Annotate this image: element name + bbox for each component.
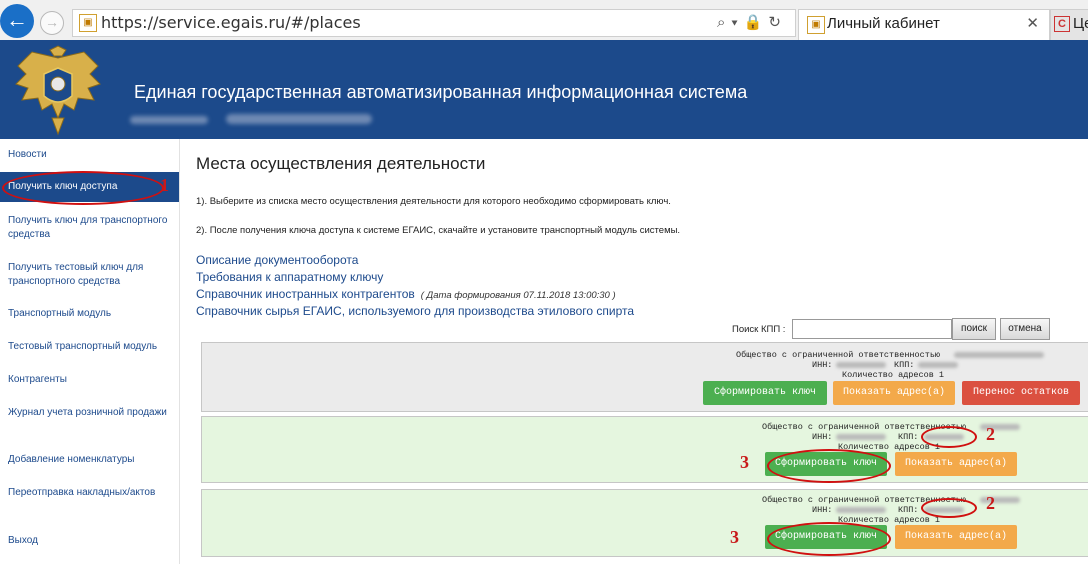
site-favicon-icon: ▣ <box>79 14 97 32</box>
annotation-marker-3: 3 <box>740 452 749 472</box>
org-name: Общество с ограниченной ответственностью <box>736 350 941 360</box>
link-foreign-counterparties-text[interactable]: Справочник иностранных контрагентов <box>196 287 415 301</box>
show-addresses-button[interactable]: Показать адрес(а) <box>833 381 955 405</box>
address-count: Количество адресов 1 <box>842 370 945 380</box>
redacted-text <box>836 362 886 368</box>
tab-favicon-icon: ▣ <box>807 16 825 34</box>
instruction-2: 2). После получения ключа доступа к сист… <box>196 225 681 236</box>
page-title: Места осуществления деятельности <box>196 154 486 173</box>
annotation-marker-2: 2 <box>986 493 995 513</box>
link-doc-description[interactable]: Описание документооборота <box>196 253 358 267</box>
arrow-left-icon: ← <box>6 7 28 32</box>
dropdown-icon[interactable]: ▾ <box>731 14 743 31</box>
redacted-text <box>226 114 372 124</box>
url-text[interactable]: https://service.egais.ru/#/places <box>101 13 361 32</box>
annotation-oval <box>2 171 164 205</box>
annotation-oval <box>921 498 977 518</box>
sidebar-item-test-vehicle-key[interactable]: Получить тестовый ключ для транспортного… <box>8 261 168 289</box>
lock-icon[interactable]: 🔒 <box>744 14 769 31</box>
annotation-marker-3: 3 <box>730 527 739 547</box>
show-addresses-button[interactable]: Показать адрес(а) <box>895 452 1017 476</box>
browser-tab-active[interactable]: ▣ Личный кабинет ✕ <box>798 9 1050 40</box>
tab-title: Личный кабинет <box>827 15 940 32</box>
show-addresses-button[interactable]: Показать адрес(а) <box>895 525 1017 549</box>
address-bar[interactable]: ▣ https://service.egais.ru/#/places ⌕▾🔒↻ <box>72 9 796 37</box>
kpp-label: КПП: <box>898 505 919 515</box>
redacted-text <box>836 434 886 440</box>
redacted-text <box>130 116 208 124</box>
emblem-eagle-icon <box>15 45 101 136</box>
sidebar-item-transport-module[interactable]: Транспортный модуль <box>8 307 168 321</box>
address-bar-icons: ⌕▾🔒↻ <box>717 13 787 31</box>
sidebar-item-counterparties[interactable]: Контрагенты <box>8 373 168 387</box>
arrow-right-icon: → <box>45 14 59 30</box>
sidebar-item-logout[interactable]: Выход <box>8 534 168 548</box>
annotation-marker-1: 1 <box>160 175 169 195</box>
redacted-text <box>918 362 958 368</box>
generate-key-button[interactable]: Сформировать ключ <box>703 381 827 405</box>
inn-label: ИНН: <box>812 432 833 442</box>
search-button[interactable]: поиск <box>952 318 996 340</box>
back-button[interactable]: ← <box>0 4 34 38</box>
tab2-favicon-icon: C <box>1054 16 1070 32</box>
annotation-oval <box>921 426 977 448</box>
inn-label: ИНН: <box>812 360 833 370</box>
sidebar-item-retail-journal[interactable]: Журнал учета розничной продажи <box>8 406 168 420</box>
search-kpp-label: Поиск КПП : <box>732 324 786 335</box>
annotation-marker-2: 2 <box>986 424 995 444</box>
annotation-oval <box>767 449 891 483</box>
tab2-title: Це <box>1073 15 1088 32</box>
sidebar-item-resend-invoices[interactable]: Переотправка накладных/актов <box>8 486 168 500</box>
link-raw-materials[interactable]: Справочник сырья ЕГАИС, используемого дл… <box>196 304 634 318</box>
site-header: Единая государственная автоматизированна… <box>0 40 1088 139</box>
sidebar-item-vehicle-key[interactable]: Получить ключ для транспортного средства <box>8 214 168 242</box>
instruction-1: 1). Выберите из списка место осуществлен… <box>196 196 671 207</box>
forward-button[interactable]: → <box>40 11 64 35</box>
cancel-button[interactable]: отмена <box>1000 318 1050 340</box>
sidebar-item-add-nomenclature[interactable]: Добавление номенклатуры <box>8 453 168 467</box>
search-icon[interactable]: ⌕ <box>717 14 731 31</box>
sidebar-item-test-transport-module[interactable]: Тестовый транспортный модуль <box>8 340 168 354</box>
refresh-icon[interactable]: ↻ <box>768 14 787 31</box>
redacted-text <box>836 507 886 513</box>
annotation-oval <box>767 522 891 556</box>
kpp-label: КПП: <box>898 432 919 442</box>
header-title: Единая государственная автоматизированна… <box>134 82 748 102</box>
link-hardware-key-requirements[interactable]: Требования к аппаратному ключу <box>196 270 383 284</box>
kpp-label: КПП: <box>894 360 915 370</box>
close-icon[interactable]: ✕ <box>1026 14 1039 32</box>
sidebar-item-news[interactable]: Новости <box>8 148 168 162</box>
browser-toolbar: ← → ▣ https://service.egais.ru/#/places … <box>0 0 1088 41</box>
place-card: Общество с ограниченной ответственностью… <box>201 342 1088 412</box>
transfer-balances-button[interactable]: Перенос остатков <box>962 381 1080 405</box>
search-kpp-input[interactable] <box>792 319 952 339</box>
link-note-date: ( Дата формирования 07.11.2018 13:00:30 … <box>420 290 616 301</box>
link-foreign-counterparties: Справочник иностранных контрагентов ( Дат… <box>196 287 616 301</box>
inn-label: ИНН: <box>812 505 833 515</box>
redacted-text <box>954 352 1044 358</box>
browser-tab-2[interactable]: C Це <box>1050 9 1088 40</box>
